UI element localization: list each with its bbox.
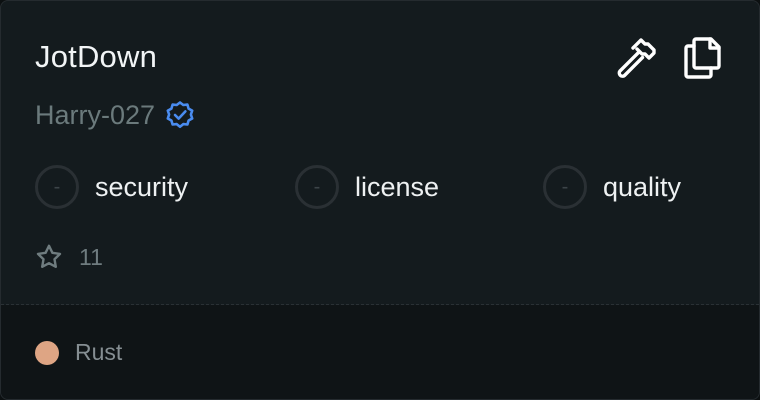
repo-owner[interactable]: Harry-027 — [35, 97, 195, 133]
check-label: quality — [603, 171, 682, 202]
check-security[interactable]: - security — [35, 165, 188, 209]
owner-name[interactable]: Harry-027 — [35, 97, 155, 133]
language-color-dot — [35, 340, 59, 365]
check-status-indicator: - — [543, 165, 587, 209]
card-footer: Rust — [1, 305, 759, 399]
copy-button[interactable] — [679, 35, 725, 81]
check-quality[interactable]: - quality — [543, 165, 681, 209]
check-status-indicator: - — [35, 165, 79, 209]
card-actions — [613, 35, 725, 81]
check-label: security — [95, 171, 189, 202]
star-count-value: 11 — [79, 243, 103, 270]
check-license[interactable]: - license — [295, 165, 439, 209]
hammer-icon — [617, 38, 656, 78]
star-icon — [36, 244, 62, 268]
repo-name[interactable]: JotDown — [35, 37, 157, 77]
language-indicator: Rust — [35, 339, 122, 366]
check-label: license — [355, 171, 440, 202]
build-button[interactable] — [613, 35, 659, 81]
copy-icon — [684, 37, 721, 79]
check-status-indicator: - — [295, 165, 339, 209]
star-count[interactable]: 11 — [35, 243, 103, 271]
language-name: Rust — [75, 339, 123, 365]
verified-badge-icon — [166, 101, 194, 129]
repo-card[interactable]: JotDown Harry-027 - security - license -… — [0, 0, 760, 400]
repo-checks: - security - license - quality — [35, 165, 735, 213]
